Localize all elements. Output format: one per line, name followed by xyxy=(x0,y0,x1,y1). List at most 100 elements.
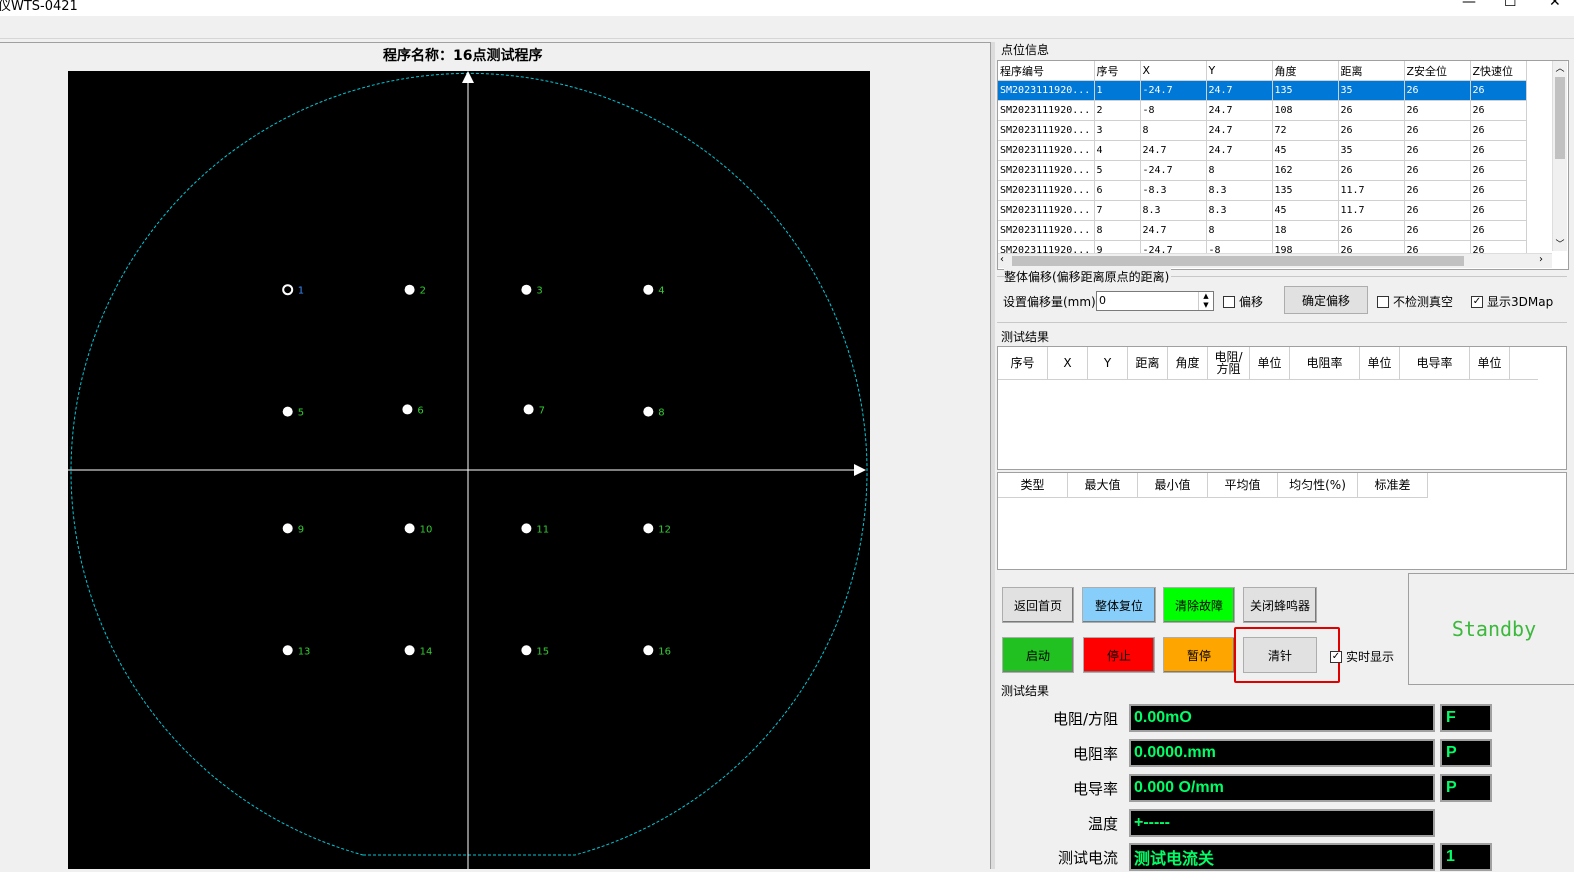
column-header[interactable]: 单位 xyxy=(1360,347,1400,379)
test-point[interactable] xyxy=(282,284,294,296)
no-vacuum-checkbox[interactable]: 不检测真空 xyxy=(1377,293,1453,310)
point-info-grid[interactable]: 程序编号 序号 X Y 角度 距离 Z安全位 Z快速位 SM2023111920... 1 -24… xyxy=(997,60,1569,270)
table-row[interactable]: SM2023111920... 2 -8 24.7 108 26 26 26 xyxy=(998,100,1527,121)
column-header[interactable]: 电导率 xyxy=(1400,347,1470,379)
column-header[interactable]: 距离 xyxy=(1338,61,1405,81)
vertical-scrollbar[interactable]: ︿ ﹀ xyxy=(1552,61,1567,251)
no-vacuum-checkbox-box[interactable] xyxy=(1377,295,1389,308)
readout-value: +----- xyxy=(1129,809,1435,837)
show-3d-map-checkbox[interactable]: ✓ 显示3DMap xyxy=(1471,293,1553,310)
column-header[interactable]: 序号 xyxy=(1094,61,1141,81)
column-header[interactable]: X xyxy=(1048,347,1088,379)
realtime-display-checkbox[interactable]: ✓ 实时显示 xyxy=(1330,648,1394,665)
column-header[interactable]: 电阻/ 方阻 xyxy=(1208,347,1250,379)
table-cell: 8 xyxy=(1094,220,1141,241)
test-results-label: 测试结果 xyxy=(1001,330,1050,344)
test-point[interactable] xyxy=(643,523,654,534)
test-point-label: 4 xyxy=(658,286,664,297)
checkmark-icon[interactable]: ✓ xyxy=(1471,295,1483,308)
column-header[interactable]: 程序编号 xyxy=(998,61,1095,81)
scroll-up-icon[interactable]: ︿ xyxy=(1553,61,1567,75)
test-point[interactable] xyxy=(643,645,654,656)
column-header[interactable]: 单位 xyxy=(1470,347,1510,379)
table-row[interactable]: SM2023111920... 3 8 24.7 72 26 26 26 xyxy=(998,120,1527,141)
test-point-label: 14 xyxy=(420,646,433,657)
table-cell: 8 xyxy=(1206,160,1273,181)
spinner-arrows-icon[interactable]: ▲ ▼ xyxy=(1198,292,1213,310)
column-header[interactable]: 最小值 xyxy=(1138,473,1208,497)
column-header[interactable]: Z安全位 xyxy=(1404,61,1471,81)
reset-button[interactable]: 整体复位 xyxy=(1082,587,1156,623)
readout-row-label: 电阻/方阻 xyxy=(1052,710,1118,728)
column-header[interactable]: 角度 xyxy=(1168,347,1208,379)
horizontal-scrollbar[interactable]: ‹ › xyxy=(998,253,1552,268)
horizontal-scroll-thumb[interactable] xyxy=(1012,256,1464,266)
column-header[interactable]: 平均值 xyxy=(1208,473,1278,497)
test-results-header: 序号 X Y 距离 角度 电阻/ 方阻 单位 电阻率 单位 电导率 单位 xyxy=(998,347,1538,380)
table-row[interactable]: SM2023111920... 4 24.7 24.7 45 35 26 26 xyxy=(998,140,1527,161)
table-row[interactable]: SM2023111920... 8 24.7 8 18 26 26 26 xyxy=(998,220,1527,241)
test-results-grid[interactable]: 序号 X Y 距离 角度 电阻/ 方阻 单位 电阻率 单位 电导率 单位 xyxy=(997,346,1567,470)
scroll-right-icon[interactable]: › xyxy=(1539,254,1543,265)
column-header[interactable]: 类型 xyxy=(998,473,1068,497)
minimize-button[interactable]: — xyxy=(1462,0,1476,10)
table-cell: -24.7 xyxy=(1140,80,1207,101)
pause-button[interactable]: 暂停 xyxy=(1163,637,1235,673)
column-header[interactable]: 最大值 xyxy=(1068,473,1138,497)
offset-checkbox-box[interactable] xyxy=(1223,295,1235,308)
scroll-left-icon[interactable]: ‹ xyxy=(1000,254,1004,265)
table-cell: 135 xyxy=(1272,80,1339,101)
table-row[interactable]: SM2023111920... 6 -8.3 8.3 135 11.7 26 26 xyxy=(998,180,1527,201)
table-cell: 26 xyxy=(1338,220,1405,241)
column-header[interactable]: 单位 xyxy=(1250,347,1290,379)
test-point[interactable] xyxy=(282,645,293,656)
test-point[interactable] xyxy=(404,645,415,656)
test-point[interactable] xyxy=(282,523,293,534)
offset-amount-spinner[interactable]: 0 ▲ ▼ xyxy=(1096,291,1214,311)
test-point[interactable] xyxy=(282,406,293,417)
table-cell: 26 xyxy=(1404,200,1471,221)
column-header[interactable]: Y xyxy=(1088,347,1128,379)
column-header[interactable]: X xyxy=(1140,61,1207,81)
clear-fault-button[interactable]: 清除故障 xyxy=(1163,587,1235,623)
column-header[interactable]: 标准差 xyxy=(1358,473,1428,497)
close-button[interactable]: ✕ xyxy=(1549,0,1561,10)
y-axis-arrow xyxy=(462,71,474,83)
home-button[interactable]: 返回首页 xyxy=(1002,587,1074,623)
offset-checkbox[interactable]: 偏移 xyxy=(1223,293,1263,310)
show-3d-map-label: 显示3DMap xyxy=(1487,295,1554,309)
checkmark-icon[interactable]: ✓ xyxy=(1330,650,1342,663)
test-point[interactable] xyxy=(521,284,532,295)
test-point[interactable] xyxy=(523,404,534,415)
scroll-down-icon[interactable]: ﹀ xyxy=(1553,237,1567,251)
confirm-offset-button[interactable]: 确定偏移 xyxy=(1284,286,1368,314)
offset-checkbox-label: 偏移 xyxy=(1239,295,1264,309)
start-button[interactable]: 启动 xyxy=(1002,637,1074,673)
table-row[interactable]: SM2023111920... 7 8.3 8.3 45 11.7 26 26 xyxy=(998,200,1527,221)
wafer-map[interactable]: 1 2 3 4 5 6 7 8 9 10 11 12 13 14 15 16 xyxy=(68,71,870,869)
test-point[interactable] xyxy=(404,284,415,295)
stop-button[interactable]: 停止 xyxy=(1083,637,1155,673)
maximize-button[interactable]: ☐ xyxy=(1504,0,1517,10)
column-header[interactable]: Z快速位 xyxy=(1470,61,1527,81)
column-header[interactable]: 序号 xyxy=(998,347,1048,379)
test-point-label: 6 xyxy=(417,405,423,416)
test-point[interactable] xyxy=(643,406,654,417)
test-point[interactable] xyxy=(402,404,413,415)
table-row[interactable]: SM2023111920... 1 -24.7 24.7 135 35 26 26 xyxy=(998,80,1527,101)
test-point[interactable] xyxy=(404,523,415,534)
column-header[interactable]: 电阻率 xyxy=(1290,347,1360,379)
splitter[interactable] xyxy=(990,42,995,869)
column-header[interactable]: Y xyxy=(1206,61,1273,81)
table-row[interactable]: SM2023111920... 5 -24.7 8 162 26 26 26 xyxy=(998,160,1527,181)
test-point[interactable] xyxy=(643,284,654,295)
vertical-scroll-thumb[interactable] xyxy=(1555,77,1565,159)
test-point[interactable] xyxy=(521,523,532,534)
test-point[interactable] xyxy=(521,645,532,656)
statistics-grid[interactable]: 类型 最大值 最小值 平均值 均匀性(%) 标准差 xyxy=(997,472,1567,570)
column-header[interactable]: 距离 xyxy=(1128,347,1168,379)
table-cell: 26 xyxy=(1470,140,1527,161)
column-header[interactable]: 角度 xyxy=(1272,61,1339,81)
column-header[interactable]: 均匀性(%) xyxy=(1278,473,1358,497)
buzzer-off-button[interactable]: 关闭蜂鸣器 xyxy=(1243,587,1317,623)
